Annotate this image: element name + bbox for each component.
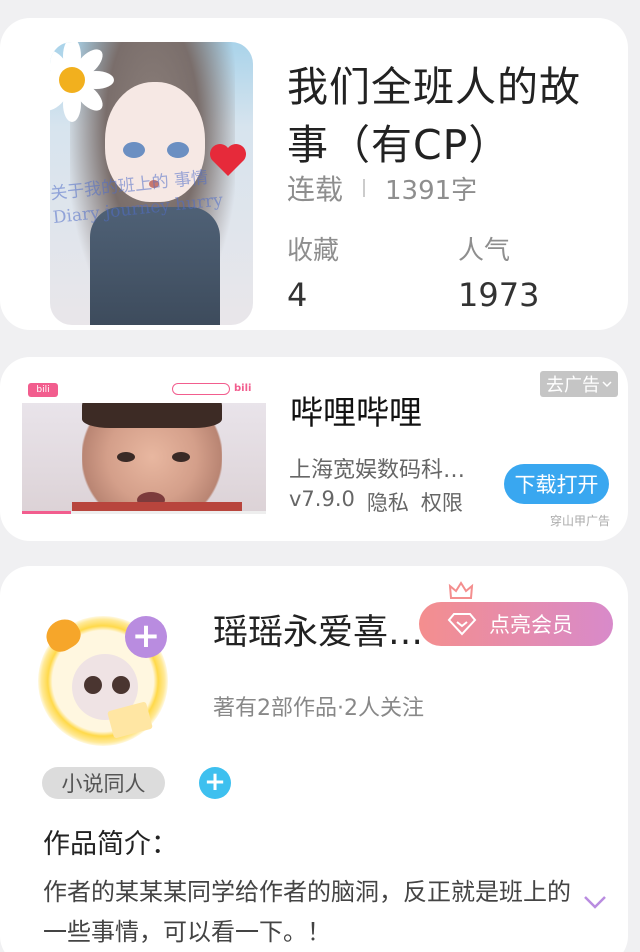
favorites-value: 4 <box>287 276 308 314</box>
intro-text: 作者的某某某同学给作者的脑洞，反正就是班上的一些事情，可以看一下。！ <box>43 878 571 946</box>
intro-heading: 作品简介： <box>43 829 178 860</box>
author-name[interactable]: 瑶瑶永爱喜… <box>213 604 423 655</box>
activate-vip-button[interactable]: 点亮会员 <box>419 602 613 646</box>
bilibili-logo-left: bili <box>28 383 58 397</box>
author-stats: 著有2部作品·2人关注 <box>213 696 424 721</box>
meta-divider <box>363 179 366 197</box>
vip-button-label: 点亮会员 <box>489 613 573 637</box>
favorites-label: 收藏 <box>287 236 340 266</box>
bilibili-logo-right: bili <box>234 383 252 394</box>
ad-video-progress <box>22 511 266 514</box>
author-card: + 瑶瑶永爱喜… 著有2部作品·2人关注 点亮会员 小说同人 + 作品简介： 作… <box>0 566 628 952</box>
avatar-eye-right <box>112 676 130 694</box>
ad-permissions-link[interactable]: 权限 <box>421 487 463 517</box>
genre-tag[interactable]: 小说同人 <box>42 767 165 799</box>
ad-video-progress-fill <box>22 511 71 514</box>
book-status: 连载 <box>287 173 344 206</box>
cover-eye-left <box>123 142 145 158</box>
ad-app-name: 哔哩哔哩 <box>290 393 422 432</box>
popularity-value: 1973 <box>458 276 540 314</box>
book-title: 我们全班人的故事（有CP） <box>287 63 581 169</box>
download-open-button[interactable]: 下载打开 <box>504 464 609 504</box>
daisy-icon <box>50 42 114 122</box>
author-avatar[interactable]: + <box>32 596 192 756</box>
remove-ad-button[interactable]: 去广告 <box>540 371 618 397</box>
heart-icon <box>210 144 246 176</box>
ad-version: v7.9.0 <box>289 487 355 511</box>
ad-source-label: 穿山甲广告 <box>550 514 611 528</box>
expand-chevron-icon[interactable] <box>583 894 607 910</box>
ad-card[interactable]: bili bili 哔哩哔哩 上海宽娱数码科… v7.9.0 隐私 权限 去广告… <box>0 357 628 541</box>
remove-ad-label: 去广告 <box>546 375 600 396</box>
ad-person-eye-left <box>117 452 135 462</box>
cover-eye-right <box>167 142 189 158</box>
word-count: 1391字 <box>385 175 478 206</box>
chevron-down-icon <box>602 381 612 388</box>
popularity-label: 人气 <box>458 236 511 266</box>
ad-video-thumbnail[interactable]: bili bili <box>22 377 266 514</box>
crown-icon <box>448 581 474 599</box>
avatar-eye-left <box>84 676 102 694</box>
ad-version-row: v7.9.0 隐私 权限 <box>289 487 463 517</box>
book-info-card: 关于我的班上的 事情 Diary journey hurry 我们全班人的故事（… <box>0 18 628 330</box>
ad-person-eye-right <box>172 452 190 462</box>
book-meta: 连载 1391字 <box>287 168 477 208</box>
ad-privacy-link[interactable]: 隐私 <box>367 487 409 517</box>
ad-thumb-search-pill <box>172 383 230 395</box>
cover-scribble-text: 关于我的班上的 事情 Diary journey hurry <box>50 167 224 229</box>
diamond-icon <box>447 613 477 636</box>
ad-company: 上海宽娱数码科… <box>289 458 466 483</box>
add-tag-button[interactable]: + <box>199 767 231 799</box>
book-cover[interactable]: 关于我的班上的 事情 Diary journey hurry <box>50 42 253 325</box>
follow-plus-button[interactable]: + <box>125 616 167 658</box>
